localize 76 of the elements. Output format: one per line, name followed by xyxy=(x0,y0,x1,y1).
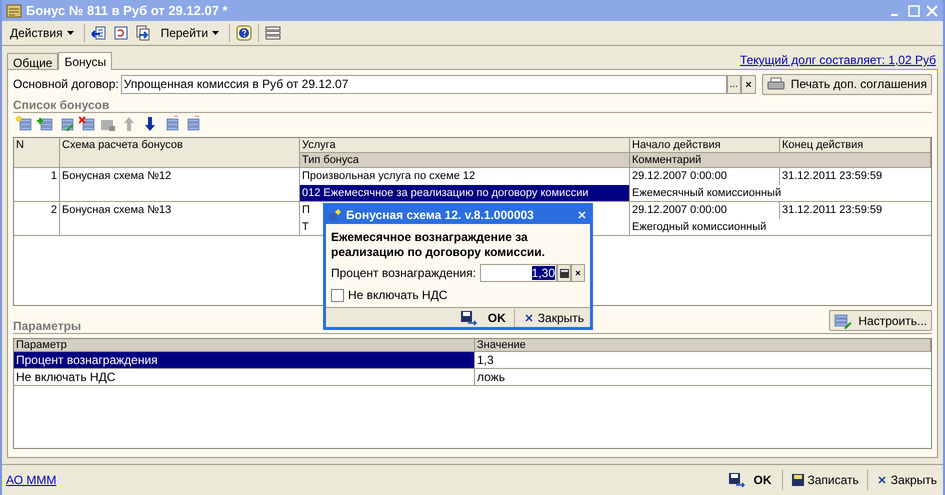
copy-row-icon[interactable] xyxy=(37,116,53,132)
help-icon[interactable] xyxy=(236,25,252,41)
printer-icon xyxy=(766,77,785,91)
tab[interactable]: Бонусы xyxy=(58,52,112,70)
save-button[interactable]: Записать xyxy=(788,471,861,489)
column-header[interactable]: N xyxy=(14,138,60,168)
column-header[interactable]: Комментарий xyxy=(630,153,931,168)
contract-field[interactable]: Упрощенная комиссия в Руб от 29.12.07 xyxy=(120,74,727,94)
ok-button[interactable]: OK xyxy=(458,308,508,326)
table-cell: ложь xyxy=(475,369,931,386)
move-down-icon[interactable] xyxy=(142,116,158,132)
table-cell: Бонусная схема №13 xyxy=(60,202,300,236)
close-button[interactable]: Закрыть xyxy=(520,308,586,326)
clear-button[interactable] xyxy=(571,264,585,282)
print-button[interactable]: Печать доп. соглашения xyxy=(762,74,932,94)
tab[interactable]: Общие xyxy=(7,53,58,69)
list-arrow-icon[interactable] xyxy=(90,25,107,41)
window-title: Бонус № 811 в Руб от 29.12.07 * xyxy=(26,2,229,20)
table-cell: 1 xyxy=(14,168,60,202)
clear-icon xyxy=(744,80,753,88)
contract-label: Основной договор: xyxy=(13,76,119,93)
save-arrow-icon xyxy=(460,310,478,326)
close-icon[interactable] xyxy=(576,209,588,221)
table-cell: Бонусная схема №12 xyxy=(60,168,300,202)
caret-icon xyxy=(212,31,220,35)
delete-row-icon[interactable] xyxy=(79,116,95,132)
table-cell: 29.12.2007 0:00:00 xyxy=(630,168,780,185)
close-icon xyxy=(522,312,535,324)
save-arrow-icon xyxy=(728,472,746,488)
column-header[interactable]: Начало действия xyxy=(630,138,780,153)
table-cell: 29.12.2007 0:00:00 xyxy=(630,202,780,219)
floppy-icon xyxy=(790,473,804,487)
documents-arrow-icon[interactable] xyxy=(134,25,151,41)
debt-link[interactable]: Текущий долг составляет: 1,02 Руб xyxy=(740,51,938,69)
select-button[interactable]: ... xyxy=(726,74,741,94)
table-cell: 2 xyxy=(14,202,60,236)
table-cell-text: 31.12.2011 23:59:59 xyxy=(781,169,884,184)
close-icon xyxy=(876,474,888,486)
organization-link[interactable]: АО МММ xyxy=(6,471,718,489)
column-header[interactable]: Конец действия xyxy=(780,138,931,153)
clear-button[interactable] xyxy=(740,74,756,94)
clear-icon xyxy=(574,269,582,277)
column-header[interactable]: Услуга xyxy=(300,138,630,153)
table-cell[interactable]: Процент вознаграждения xyxy=(14,352,475,369)
table-cell: 1,3 xyxy=(475,352,931,369)
section-title: Параметры xyxy=(13,319,82,333)
section-title: Список бонусов xyxy=(13,97,110,114)
table-cell: Ежемесячный комиссионный xyxy=(630,185,931,202)
list-settings-icon xyxy=(834,312,852,328)
checkbox-label: Не включать НДС xyxy=(348,287,448,304)
close-button[interactable]: Закрыть xyxy=(874,471,939,489)
column-header[interactable]: Схема расчета бонусов xyxy=(60,138,300,168)
column-header[interactable]: Значение xyxy=(475,339,931,352)
columns-icon[interactable] xyxy=(265,25,282,41)
actions-menu[interactable]: Действия xyxy=(6,24,78,42)
caret-icon xyxy=(66,31,74,35)
dialog-description: Ежемесячное вознаграждение за реализацию по договору комиссии. xyxy=(331,230,546,260)
goto-menu[interactable]: Перейти xyxy=(156,24,224,42)
table-cell: Ежегодный комиссионный xyxy=(630,219,931,236)
maximize-icon[interactable] xyxy=(907,4,921,18)
percent-label: Процент вознаграждения: xyxy=(331,265,476,282)
column-header[interactable]: Параметр xyxy=(14,339,475,352)
form-icon xyxy=(328,208,342,222)
checkbox[interactable] xyxy=(331,288,344,302)
add-row-icon[interactable] xyxy=(16,116,32,132)
calculator-icon xyxy=(560,268,568,278)
table-cell[interactable]: Не включать НДС xyxy=(14,369,475,386)
calculator-button[interactable] xyxy=(557,264,571,282)
column-header[interactable]: Тип бонуса xyxy=(300,153,630,168)
ok-button[interactable]: OK xyxy=(724,471,776,489)
document-icon xyxy=(6,4,22,18)
table-cell-text: 31.12.2011 23:59:59 xyxy=(781,203,884,218)
percent-field[interactable]: 1,30 xyxy=(480,264,557,282)
table-cell[interactable]: 012 Ежемесячное за реализацию по договору комиссии xyxy=(300,185,630,202)
setup-button[interactable]: Настроить... xyxy=(829,310,932,331)
close-icon[interactable] xyxy=(925,4,939,18)
